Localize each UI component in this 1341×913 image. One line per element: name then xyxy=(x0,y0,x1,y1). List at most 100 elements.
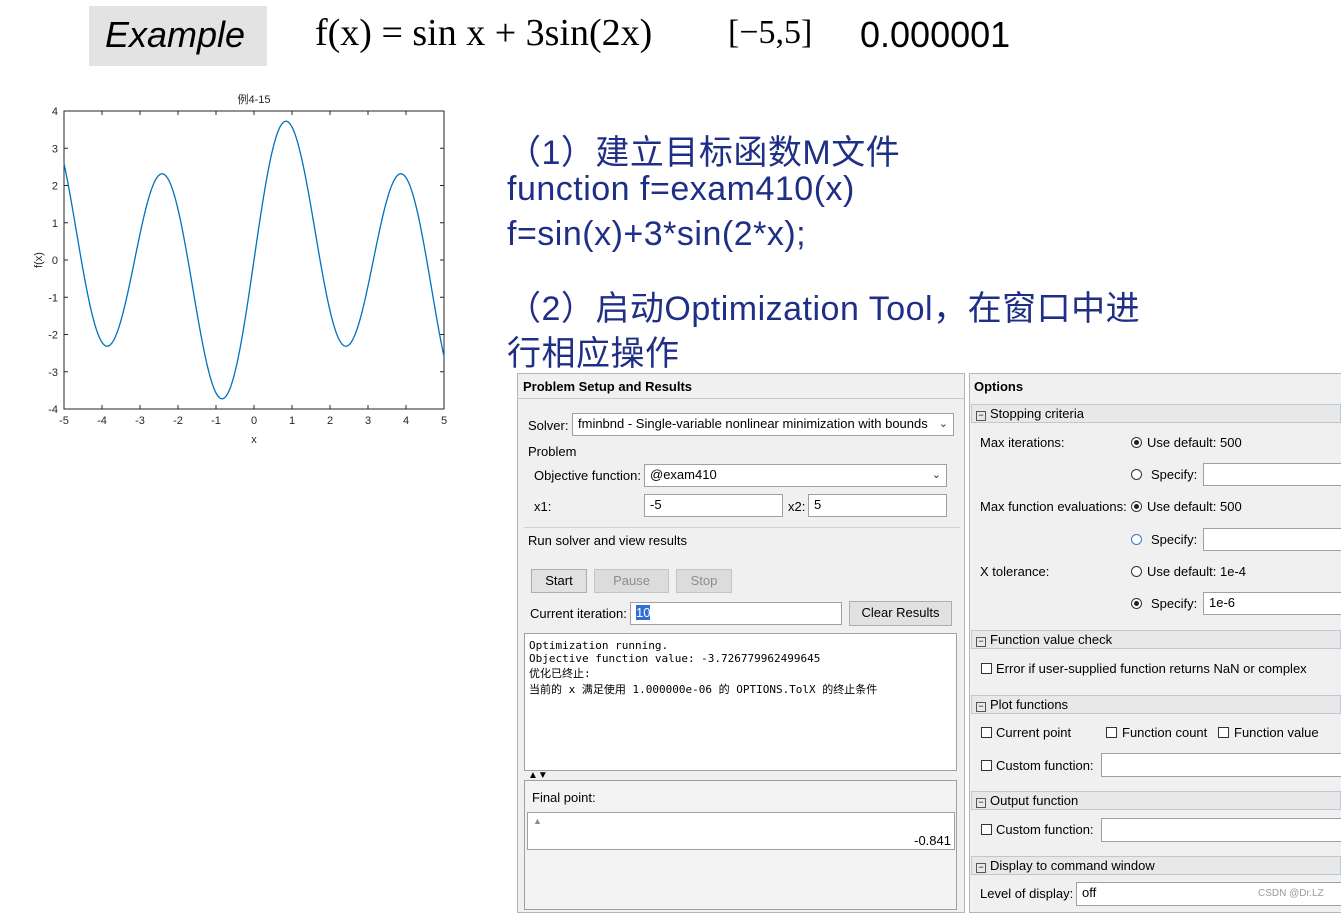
x-tolerance-input[interactable]: 1e-6 xyxy=(1203,592,1341,615)
chevron-down-icon: ⌄ xyxy=(931,469,941,481)
x2-input[interactable]: 5 xyxy=(808,494,947,517)
step-1-heading: （1）建立目标函数M文件 xyxy=(507,134,901,172)
output-log[interactable]: Optimization running. Objective function… xyxy=(524,633,957,771)
plot-custom-function-label: Custom function: xyxy=(996,758,1094,773)
section-divider xyxy=(524,527,960,528)
y-tick-label: 3 xyxy=(52,143,58,155)
y-tick-label: 2 xyxy=(52,181,58,193)
plot-custom-function-checkbox[interactable] xyxy=(981,760,992,771)
stopping-criteria-header[interactable]: − Stopping criteria xyxy=(971,404,1341,423)
current-point-checkbox[interactable] xyxy=(981,727,992,738)
plot-axes: -5 -4 -3 -2 -1 0 1 2 3 4 543210-1-2-3-4 xyxy=(48,106,447,427)
x-tick-label: 2 xyxy=(327,415,333,427)
max-fevals-default-radio[interactable] xyxy=(1131,501,1142,512)
final-point-value: -0.841 xyxy=(914,833,951,848)
sort-arrow-icon[interactable]: ▲ xyxy=(533,816,542,826)
x-tick-label: 5 xyxy=(441,415,447,427)
x-tolerance-default-label: Use default: 1e-4 xyxy=(1147,564,1247,579)
x-tolerance-default-radio[interactable] xyxy=(1131,566,1142,577)
output-function-header[interactable]: − Output function xyxy=(971,791,1341,810)
max-fevals-label: Max function evaluations: xyxy=(980,499,1127,514)
y-tick-label: -2 xyxy=(48,330,58,342)
problem-setup-title: Problem Setup and Results xyxy=(523,379,693,394)
objective-function-value: @exam410 xyxy=(650,467,717,482)
x-tick-label: 4 xyxy=(403,415,409,427)
y-tick-label: 1 xyxy=(52,218,58,230)
nan-check-checkbox[interactable] xyxy=(981,663,992,674)
x-tick-label: 3 xyxy=(365,415,371,427)
current-point-label: Current point xyxy=(996,725,1072,740)
collapse-icon: − xyxy=(976,637,986,647)
example-label: Example xyxy=(105,14,246,55)
max-iterations-input[interactable] xyxy=(1203,463,1341,486)
max-fevals-input[interactable] xyxy=(1203,528,1341,551)
current-iteration-value: 10 xyxy=(636,605,651,620)
collapse-icon: − xyxy=(976,702,986,712)
x-tick-label: -5 xyxy=(59,415,69,427)
plot-custom-function-input[interactable] xyxy=(1101,753,1341,777)
max-iterations-specify-label: Specify: xyxy=(1151,467,1198,482)
step-2-heading-line-1: （2）启动Optimization Tool，在窗口中进 xyxy=(507,290,1141,328)
x-tick-label: -3 xyxy=(135,415,145,427)
interval: [−5,5] xyxy=(728,14,813,51)
solver-dropdown[interactable]: fminbnd - Single-variable nonlinear mini… xyxy=(572,413,954,436)
max-iterations-specify-radio[interactable] xyxy=(1131,469,1142,480)
max-iterations-label: Max iterations: xyxy=(980,435,1065,450)
y-tick-label: 4 xyxy=(52,106,58,118)
run-solver-label: Run solver and view results xyxy=(528,533,687,548)
x-tick-label: -4 xyxy=(97,415,107,427)
function-value-check-header[interactable]: − Function value check xyxy=(971,630,1341,649)
collapse-icon: − xyxy=(976,798,986,808)
y-axis-label: f(x) xyxy=(33,252,45,268)
display-command-window-header[interactable]: − Display to command window xyxy=(971,856,1341,875)
options-title: Options xyxy=(974,379,1024,394)
output-line: 优化已终止: xyxy=(529,667,591,680)
final-point-table[interactable]: ▲ -0.841 xyxy=(527,812,955,850)
current-iteration-field: 10 xyxy=(630,602,842,625)
nan-check-label: Error if user-supplied function returns … xyxy=(996,661,1307,676)
y-tick-label: -4 xyxy=(48,404,58,416)
formula: f(x) = sin x + 3sin(2x) xyxy=(315,12,653,54)
y-tick-label: -3 xyxy=(48,367,58,379)
function-count-checkbox[interactable] xyxy=(1106,727,1117,738)
title-divider xyxy=(517,398,965,399)
x-axis-label: x xyxy=(251,434,257,446)
output-line: Objective function value: -3.72677996249… xyxy=(529,652,821,665)
objective-function-input[interactable]: @exam410 ⌄ xyxy=(644,464,947,487)
function-count-label: Function count xyxy=(1122,725,1208,740)
max-iterations-default-label: Use default: 500 xyxy=(1147,435,1242,450)
max-iterations-default-radio[interactable] xyxy=(1131,437,1142,448)
x1-input[interactable]: -5 xyxy=(644,494,783,517)
collapse-icon: − xyxy=(976,411,986,421)
chevron-down-icon: ⌄ xyxy=(938,418,948,430)
output-line: 当前的 x 满足使用 1.000000e-06 的 OPTIONS.TolX 的… xyxy=(529,683,878,696)
current-iteration-label: Current iteration: xyxy=(530,606,627,621)
output-line: Optimization running. xyxy=(529,639,669,652)
start-button[interactable]: Start xyxy=(531,569,587,593)
function-value-checkbox[interactable] xyxy=(1218,727,1229,738)
collapse-icon: − xyxy=(976,863,986,873)
x-tick-label: 1 xyxy=(289,415,295,427)
x2-label: x2: xyxy=(788,499,806,514)
clear-results-button[interactable]: Clear Results xyxy=(849,601,952,626)
stop-button[interactable]: Stop xyxy=(676,569,732,593)
y-tick-label: -1 xyxy=(48,292,58,304)
max-fevals-specify-radio[interactable] xyxy=(1131,534,1142,545)
final-point-label: Final point: xyxy=(532,790,596,805)
code-line-2: f=sin(x)+3*sin(2*x); xyxy=(507,215,807,253)
pause-button[interactable]: Pause xyxy=(594,569,669,593)
x-tolerance-specify-label: Specify: xyxy=(1151,596,1198,611)
level-of-display-label: Level of display: xyxy=(980,886,1074,901)
plot-functions-header[interactable]: − Plot functions xyxy=(971,695,1341,714)
x-tolerance-specify-radio[interactable] xyxy=(1131,598,1142,609)
watermark: CSDN @Dr.LZ xyxy=(1258,888,1324,899)
output-custom-function-label: Custom function: xyxy=(996,822,1094,837)
x-tolerance-label: X tolerance: xyxy=(980,564,1050,579)
output-custom-function-input[interactable] xyxy=(1101,818,1341,842)
max-fevals-default-label: Use default: 500 xyxy=(1147,499,1242,514)
code-line-1: function f=exam410(x) xyxy=(507,170,855,208)
output-custom-function-checkbox[interactable] xyxy=(981,824,992,835)
function-value-label: Function value xyxy=(1234,725,1319,740)
x-tick-label: -1 xyxy=(211,415,221,427)
x1-label: x1: xyxy=(534,499,552,514)
